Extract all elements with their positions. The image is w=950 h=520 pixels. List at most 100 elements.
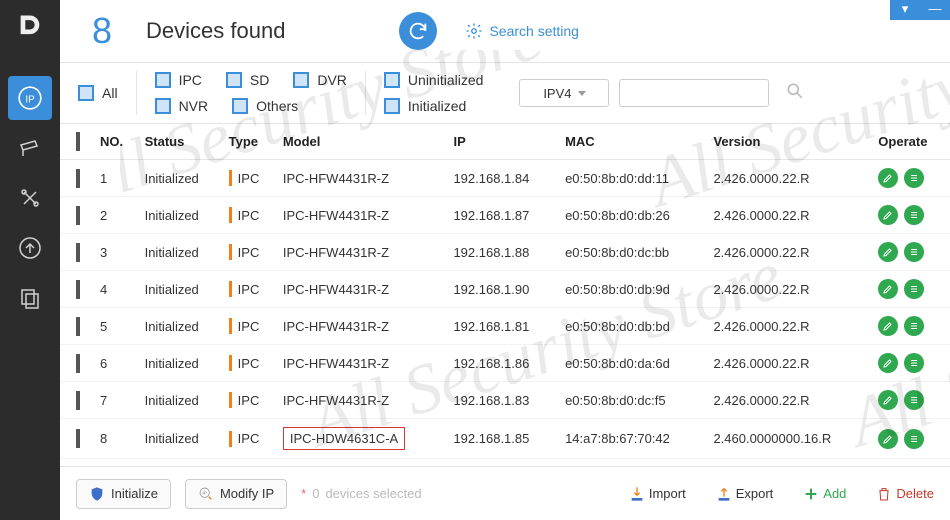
edit-button[interactable] — [878, 279, 898, 299]
cell-type: IPC — [223, 160, 277, 197]
row-check[interactable] — [76, 317, 80, 336]
modify-ip-button[interactable]: IP Modify IP — [185, 479, 287, 509]
edit-button[interactable] — [878, 168, 898, 188]
nav-ip[interactable]: IP — [8, 76, 52, 120]
row-check[interactable] — [76, 169, 80, 188]
ip-version-select[interactable]: IPV4 — [519, 79, 609, 107]
table-row[interactable]: 4InitializedIPCIPC-HFW4431R-Z192.168.1.9… — [60, 271, 950, 308]
cell-version: 2.426.0000.22.R — [707, 160, 872, 197]
cell-ip: 192.168.1.86 — [447, 345, 559, 382]
cell-mac: e0:50:8b:d0:da:6d — [559, 345, 707, 382]
table-row[interactable]: 1InitializedIPCIPC-HFW4431R-Z192.168.1.8… — [60, 160, 950, 197]
filter-sd-check[interactable] — [226, 72, 242, 88]
cell-ip: 192.168.1.83 — [447, 382, 559, 419]
cell-status: Initialized — [139, 382, 223, 419]
cell-version: 2.426.0000.22.R — [707, 271, 872, 308]
cell-model: IPC-HFW4431R-Z — [277, 345, 448, 382]
edit-button[interactable] — [878, 353, 898, 373]
pencil-icon — [882, 357, 894, 369]
filter-others-check[interactable] — [232, 98, 248, 114]
cell-version: 2.426.0000.22.R — [707, 197, 872, 234]
nav-camera[interactable] — [8, 126, 52, 170]
chevron-down-icon — [578, 91, 586, 96]
detail-button[interactable] — [904, 429, 924, 449]
import-button[interactable]: Import — [629, 486, 686, 502]
cell-status: Initialized — [139, 160, 223, 197]
list-icon — [908, 394, 920, 406]
list-icon — [908, 246, 920, 258]
detail-button[interactable] — [904, 242, 924, 262]
row-check[interactable] — [76, 280, 80, 299]
nav-upload[interactable] — [8, 226, 52, 270]
cell-no: 6 — [94, 345, 139, 382]
edit-button[interactable] — [878, 429, 898, 449]
row-check[interactable] — [76, 354, 80, 373]
col-ip: IP — [447, 124, 559, 160]
list-icon — [908, 320, 920, 332]
row-check[interactable] — [76, 391, 80, 410]
search-setting-button[interactable]: Search setting — [465, 22, 579, 40]
nav-files[interactable] — [8, 276, 52, 320]
cell-status: Initialized — [139, 271, 223, 308]
detail-button[interactable] — [904, 205, 924, 225]
list-icon — [908, 433, 920, 445]
filter-init-check[interactable] — [384, 98, 400, 114]
detail-button[interactable] — [904, 168, 924, 188]
add-button[interactable]: Add — [803, 486, 846, 502]
detail-button[interactable] — [904, 316, 924, 336]
cell-version: 2.426.0000.22.R — [707, 382, 872, 419]
edit-button[interactable] — [878, 390, 898, 410]
list-icon — [908, 209, 920, 221]
filter-ipc-check[interactable] — [155, 72, 171, 88]
initialize-button[interactable]: Initialize — [76, 479, 171, 509]
row-check[interactable] — [76, 243, 80, 262]
table-row[interactable]: 8InitializedIPCIPC-HDW4631C-A192.168.1.8… — [60, 419, 950, 459]
ip-icon: IP — [198, 486, 214, 502]
footer: Initialize IP Modify IP * 0 devices sele… — [60, 466, 950, 520]
detail-button[interactable] — [904, 353, 924, 373]
filter-all-check[interactable] — [78, 85, 94, 101]
cell-status: Initialized — [139, 308, 223, 345]
table-row[interactable]: 6InitializedIPCIPC-HFW4431R-Z192.168.1.8… — [60, 345, 950, 382]
app-logo — [12, 8, 48, 44]
search-input[interactable] — [619, 79, 769, 107]
cell-mac: e0:50:8b:d0:dd:11 — [559, 160, 707, 197]
list-icon — [908, 357, 920, 369]
cell-status: Initialized — [139, 345, 223, 382]
cell-version: 2.426.0000.22.R — [707, 234, 872, 271]
edit-button[interactable] — [878, 205, 898, 225]
cell-model: IPC-HDW4631C-A — [277, 419, 448, 459]
cell-model: IPC-HFW4431R-Z — [277, 382, 448, 419]
search-setting-label: Search setting — [489, 23, 579, 39]
cell-ip: 192.168.1.87 — [447, 197, 559, 234]
cell-mac: e0:50:8b:d0:dc:bb — [559, 234, 707, 271]
table-row[interactable]: 2InitializedIPCIPC-HFW4431R-Z192.168.1.8… — [60, 197, 950, 234]
pencil-icon — [882, 246, 894, 258]
device-count: 8 — [92, 10, 112, 52]
row-check[interactable] — [76, 206, 80, 225]
delete-button[interactable]: Delete — [876, 486, 934, 502]
svg-text:IP: IP — [202, 490, 206, 495]
cell-version: 2.426.0000.22.R — [707, 308, 872, 345]
table-row[interactable]: 7InitializedIPCIPC-HFW4431R-Z192.168.1.8… — [60, 382, 950, 419]
cell-model: IPC-HFW4431R-Z — [277, 197, 448, 234]
filter-nvr-check[interactable] — [155, 98, 171, 114]
search-button[interactable] — [785, 81, 805, 106]
detail-button[interactable] — [904, 279, 924, 299]
row-check[interactable] — [76, 429, 80, 448]
select-all-check[interactable] — [76, 132, 80, 151]
page-title: Devices found — [146, 18, 285, 44]
edit-button[interactable] — [878, 242, 898, 262]
cell-mac: e0:50:8b:d0:db:26 — [559, 197, 707, 234]
cell-version: 2.460.0000000.16.R — [707, 419, 872, 459]
table-row[interactable]: 5InitializedIPCIPC-HFW4431R-Z192.168.1.8… — [60, 308, 950, 345]
detail-button[interactable] — [904, 390, 924, 410]
filter-uninit-check[interactable] — [384, 72, 400, 88]
filter-dvr-check[interactable] — [293, 72, 309, 88]
table-row[interactable]: 3InitializedIPCIPC-HFW4431R-Z192.168.1.8… — [60, 234, 950, 271]
export-button[interactable]: Export — [716, 486, 774, 502]
refresh-button[interactable] — [399, 12, 437, 50]
selection-info: * 0 devices selected — [301, 486, 421, 501]
nav-tools[interactable] — [8, 176, 52, 220]
edit-button[interactable] — [878, 316, 898, 336]
